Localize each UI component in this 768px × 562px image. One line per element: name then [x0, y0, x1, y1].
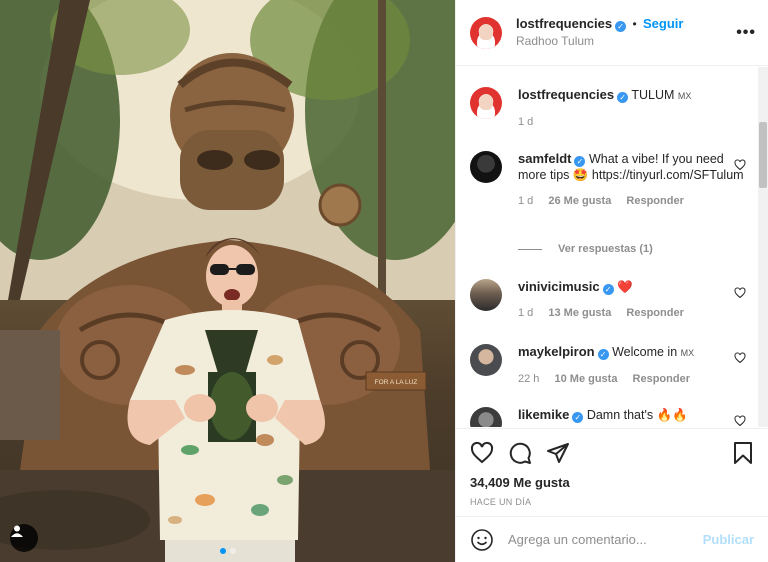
comment-time[interactable]: 22 h: [518, 373, 539, 385]
view-replies-label: Ver respuestas (1): [558, 243, 653, 255]
commenter-username[interactable]: maykelpiron: [518, 344, 595, 359]
commenter-avatar[interactable]: [470, 151, 502, 183]
comment-bubble-icon[interactable]: [508, 441, 532, 465]
comments-list: lostfrequencies ✓ TULUM MX 1 d samfeldt ✓ …: [456, 67, 768, 427]
comment-item: vinivicimusic ✓ ❤️ 1 d 13 Me gusta Respon…: [470, 279, 746, 321]
commenter-username[interactable]: samfeldt: [518, 151, 571, 166]
verified-badge-icon: ✓: [597, 349, 609, 360]
caption-text: TULUM: [631, 88, 675, 102]
commenter-username[interactable]: vinivicimusic: [518, 279, 600, 294]
comment-likes[interactable]: 10 Me gusta: [554, 373, 617, 385]
comments-scrollbar[interactable]: [758, 67, 768, 427]
sign-label: FOR A LA LUZ: [375, 379, 418, 386]
comment-likes[interactable]: 26 Me gusta: [548, 195, 611, 207]
comment-like-icon[interactable]: [734, 415, 746, 427]
reply-button[interactable]: Responder: [626, 195, 683, 207]
commenter-avatar[interactable]: [470, 344, 502, 376]
comment-like-icon[interactable]: [734, 159, 746, 171]
view-replies-line: [518, 248, 542, 250]
carousel-indicator: [219, 548, 236, 554]
flag-label: MX: [677, 91, 692, 101]
caption: lostfrequencies ✓ TULUM MX 1 d: [470, 87, 746, 130]
view-replies-button[interactable]: Ver respuestas (1): [518, 243, 653, 255]
verified-badge-icon: ✓: [574, 156, 586, 167]
verified-badge-icon: ✓: [572, 412, 584, 423]
comment-item: samfeldt ✓ What a vibe! If you need more …: [470, 151, 746, 209]
comment-text: Damn that's 🔥🔥: [586, 408, 688, 422]
emoji-icon[interactable]: [470, 528, 494, 552]
add-comment-bar: Publicar: [456, 516, 768, 562]
comment-time[interactable]: 1 d: [518, 195, 533, 207]
reply-button[interactable]: Responder: [626, 307, 683, 319]
more-options-icon[interactable]: •••: [736, 24, 756, 42]
post-actions: 34,409 Me gusta HACE UN DÍA: [456, 428, 768, 516]
follow-button[interactable]: Seguir: [643, 16, 683, 31]
caption-author-avatar[interactable]: [470, 87, 502, 119]
post-photo[interactable]: FOR A LA LUZ: [0, 0, 455, 562]
post-location[interactable]: Radhoo Tulum: [516, 33, 683, 50]
commenter-avatar[interactable]: [470, 279, 502, 311]
tagged-users-button[interactable]: [10, 524, 38, 552]
verified-badge-icon: ✓: [617, 92, 629, 103]
commenter-username[interactable]: likemike: [518, 407, 569, 422]
post-image: FOR A LA LUZ: [0, 0, 455, 562]
comments-scrollbar-thumb[interactable]: [759, 122, 767, 188]
verified-badge-icon: ✓: [602, 284, 614, 295]
comment-likes[interactable]: 13 Me gusta: [548, 307, 611, 319]
author-username[interactable]: lostfrequencies: [516, 16, 612, 31]
publish-button[interactable]: Publicar: [703, 532, 754, 547]
commenter-avatar[interactable]: [470, 407, 502, 427]
post-side-panel: lostfrequencies ✓ • Seguir Radhoo Tulum •…: [455, 0, 768, 562]
comment-item: likemike ✓ Damn that's 🔥🔥: [470, 407, 746, 427]
save-bookmark-icon[interactable]: [732, 441, 754, 465]
flag-label: MX: [680, 348, 695, 358]
caption-author[interactable]: lostfrequencies: [518, 87, 614, 102]
likes-count[interactable]: 34,409 Me gusta: [470, 475, 754, 490]
separator: •: [632, 17, 637, 31]
reply-button[interactable]: Responder: [633, 373, 690, 385]
verified-badge-icon: ✓: [615, 21, 627, 32]
like-heart-icon[interactable]: [470, 441, 494, 465]
carousel-dot: [229, 548, 236, 554]
comment-text: Welcome in: [612, 345, 678, 359]
comment-item: maykelpiron ✓ Welcome in MX 22 h 10 Me gu…: [470, 344, 746, 387]
comment-like-icon[interactable]: [734, 287, 746, 299]
caption-time: 1 d: [518, 116, 534, 128]
post-header: lostfrequencies ✓ • Seguir Radhoo Tulum •…: [456, 0, 768, 66]
user-icon: [11, 525, 23, 537]
comment-text: ❤️: [617, 280, 633, 294]
comment-time[interactable]: 1 d: [518, 307, 533, 319]
comment-input[interactable]: [508, 532, 703, 547]
post-time-ago[interactable]: HACE UN DÍA: [470, 497, 754, 507]
author-avatar[interactable]: [470, 16, 502, 49]
carousel-dot-active: [219, 548, 226, 554]
share-direct-icon[interactable]: [546, 441, 570, 465]
comment-like-icon[interactable]: [734, 352, 746, 364]
